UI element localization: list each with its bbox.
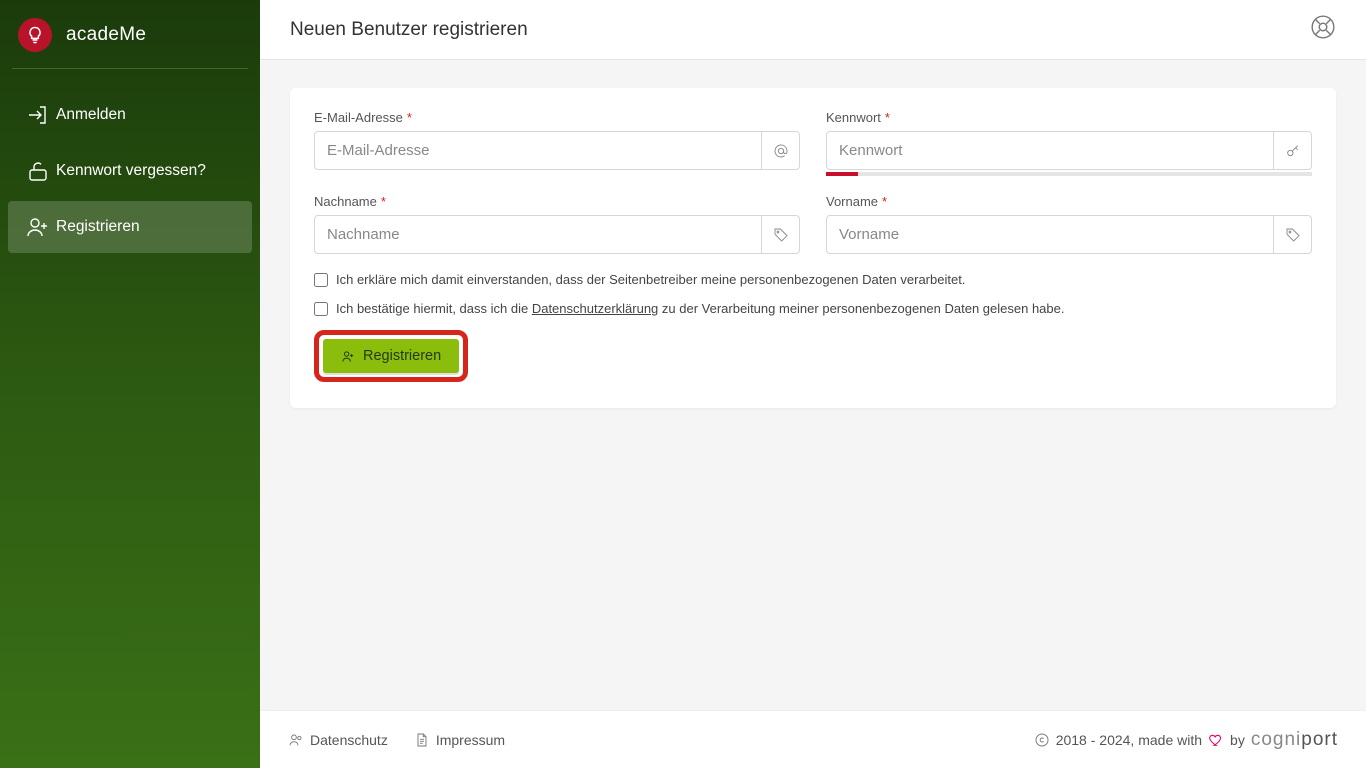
register-button-highlight: Registrieren [314, 330, 468, 382]
login-icon [20, 103, 56, 127]
firstname-input[interactable] [827, 216, 1273, 253]
consent-row-privacy[interactable]: Ich bestätige hiermit, dass ich die Date… [314, 301, 1312, 316]
register-card: E-Mail-Adresse* Kennwort* [290, 88, 1336, 408]
label-email: E-Mail-Adresse* [314, 110, 800, 125]
footer-privacy-link[interactable]: Datenschutz [288, 732, 388, 748]
required-marker: * [407, 110, 412, 125]
copyright-icon [1034, 732, 1050, 748]
main: Neuen Benutzer registrieren E-Mail-Adres… [260, 0, 1366, 768]
footer-credits: 2018 - 2024, made with by cogniport [1034, 729, 1338, 751]
consent-processing-text: Ich erkläre mich damit einverstanden, da… [336, 272, 965, 287]
sidebar-item-label: Registrieren [56, 218, 140, 236]
tag-icon [1273, 216, 1311, 253]
sidebar: acadeMe Anmelden Kennwort vergessen? Reg… [0, 0, 260, 768]
password-input[interactable] [827, 132, 1273, 169]
help-icon[interactable] [1310, 14, 1336, 45]
sidebar-item-login[interactable]: Anmelden [8, 89, 252, 141]
key-icon [1273, 132, 1311, 169]
heart-icon [1208, 732, 1224, 748]
vendor-brand: cogniport [1251, 729, 1338, 751]
sidebar-nav: Anmelden Kennwort vergessen? Registriere… [0, 77, 260, 265]
register-button[interactable]: Registrieren [323, 339, 459, 373]
register-button-label: Registrieren [363, 348, 441, 364]
topbar: Neuen Benutzer registrieren [260, 0, 1366, 60]
lastname-input[interactable] [315, 216, 761, 253]
content: E-Mail-Adresse* Kennwort* [260, 60, 1366, 710]
at-icon [761, 132, 799, 169]
divider [12, 68, 248, 69]
users-icon [288, 732, 304, 748]
field-firstname: Vorname* [826, 194, 1312, 254]
tag-icon [761, 216, 799, 253]
unlock-icon [20, 159, 56, 183]
brand-logo-icon [18, 18, 52, 52]
required-marker: * [885, 110, 890, 125]
consent-privacy-text: Ich bestätige hiermit, dass ich die Date… [336, 301, 1064, 316]
sidebar-item-label: Kennwort vergessen? [56, 162, 206, 180]
field-email: E-Mail-Adresse* [314, 110, 800, 176]
footer: Datenschutz Impressum 2018 - 2024, made … [260, 710, 1366, 768]
brand: acadeMe [0, 0, 260, 68]
user-plus-icon [341, 349, 356, 364]
label-firstname: Vorname* [826, 194, 1312, 209]
required-marker: * [381, 194, 386, 209]
sidebar-item-register[interactable]: Registrieren [8, 201, 252, 253]
required-marker: * [882, 194, 887, 209]
consent-privacy-checkbox[interactable] [314, 302, 328, 316]
privacy-policy-link[interactable]: Datenschutzerklärung [532, 301, 658, 316]
footer-imprint-link[interactable]: Impressum [414, 732, 505, 748]
field-lastname: Nachname* [314, 194, 800, 254]
brand-name: acadeMe [66, 24, 146, 46]
file-icon [414, 732, 430, 748]
label-lastname: Nachname* [314, 194, 800, 209]
sidebar-item-label: Anmelden [56, 106, 126, 124]
label-password: Kennwort* [826, 110, 1312, 125]
field-password: Kennwort* [826, 110, 1312, 176]
password-strength-bar [826, 172, 1312, 176]
consent-row-processing[interactable]: Ich erkläre mich damit einverstanden, da… [314, 272, 1312, 287]
consent-processing-checkbox[interactable] [314, 273, 328, 287]
email-input[interactable] [315, 132, 761, 169]
sidebar-item-forgot-password[interactable]: Kennwort vergessen? [8, 145, 252, 197]
page-title: Neuen Benutzer registrieren [290, 19, 528, 41]
user-plus-icon [20, 215, 56, 239]
